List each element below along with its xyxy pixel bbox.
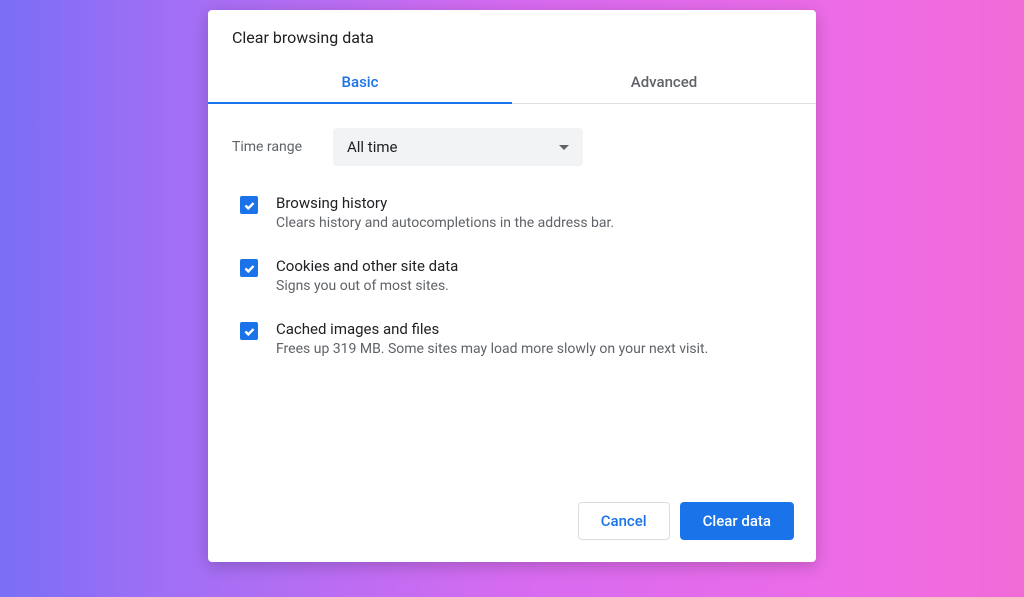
dialog-tabs: Basic Advanced — [208, 61, 816, 104]
checkbox-desc: Frees up 319 MB. Some sites may load mor… — [276, 341, 708, 357]
dialog-title: Clear browsing data — [232, 28, 792, 47]
checkmark-icon — [243, 199, 256, 212]
checkbox-cached[interactable] — [240, 322, 258, 340]
checkbox-desc: Clears history and autocompletions in th… — [276, 215, 614, 231]
dialog-body: Time range All time Browsing history Cle… — [208, 104, 816, 484]
clear-data-button[interactable]: Clear data — [680, 502, 794, 540]
time-range-value: All time — [347, 138, 397, 156]
checkbox-text: Browsing history Clears history and auto… — [276, 194, 614, 231]
checkbox-desc: Signs you out of most sites. — [276, 278, 458, 294]
checkbox-cookies[interactable] — [240, 259, 258, 277]
tab-basic[interactable]: Basic — [208, 61, 512, 103]
checkbox-text: Cached images and files Frees up 319 MB.… — [276, 320, 708, 357]
clear-browsing-data-dialog: Clear browsing data Basic Advanced Time … — [208, 10, 816, 562]
checkbox-title: Cookies and other site data — [276, 257, 458, 275]
checkmark-icon — [243, 262, 256, 275]
checkbox-browsing-history[interactable] — [240, 196, 258, 214]
time-range-row: Time range All time — [232, 128, 792, 166]
time-range-label: Time range — [232, 139, 317, 155]
checkbox-title: Cached images and files — [276, 320, 708, 338]
cancel-button[interactable]: Cancel — [578, 502, 670, 540]
dialog-footer: Cancel Clear data — [208, 484, 816, 562]
tab-advanced[interactable]: Advanced — [512, 61, 816, 103]
checkbox-item-browsing-history: Browsing history Clears history and auto… — [232, 194, 792, 231]
checkbox-text: Cookies and other site data Signs you ou… — [276, 257, 458, 294]
time-range-select[interactable]: All time — [333, 128, 583, 166]
chevron-down-icon — [559, 145, 569, 150]
checkbox-title: Browsing history — [276, 194, 614, 212]
checkbox-item-cookies: Cookies and other site data Signs you ou… — [232, 257, 792, 294]
checkbox-item-cached: Cached images and files Frees up 319 MB.… — [232, 320, 792, 357]
dialog-header: Clear browsing data — [208, 10, 816, 61]
checkmark-icon — [243, 325, 256, 338]
